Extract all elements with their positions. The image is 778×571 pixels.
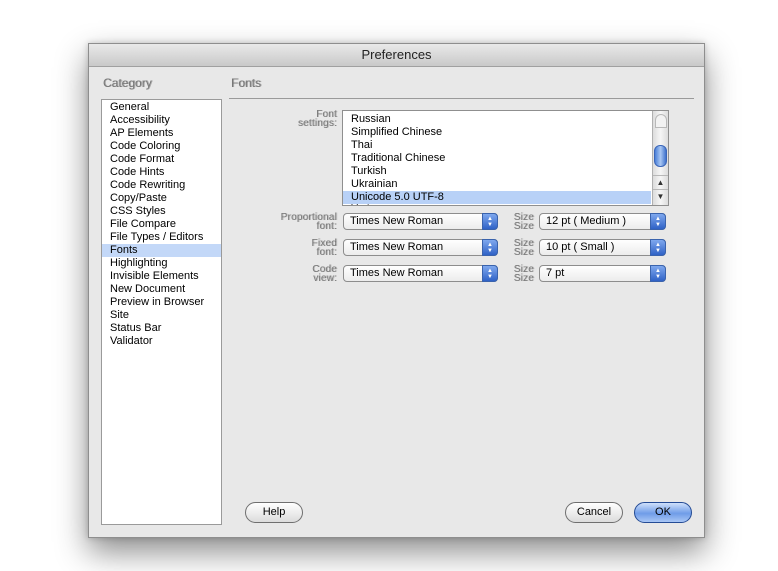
category-item-file-types-editors[interactable]: File Types / Editors	[102, 231, 221, 244]
window-title: Preferences	[89, 44, 704, 67]
proportional-label-line2: font:	[316, 221, 337, 232]
proportional-size-value: 12 pt ( Medium )	[546, 215, 627, 227]
category-item-css-styles[interactable]: CSS Styles	[102, 205, 221, 218]
font-settings-option[interactable]: Simplified Chinese	[343, 126, 651, 139]
font-settings-option[interactable]: Ukrainian	[343, 178, 651, 191]
font-settings-option[interactable]: Thai	[343, 139, 651, 152]
category-item-preview-in-browser[interactable]: Preview in Browser	[102, 296, 221, 309]
scrollbar-track-cap	[655, 114, 667, 128]
scrollbar-thumb[interactable]	[654, 145, 667, 167]
code-view-size-value: 7 pt	[546, 267, 565, 279]
category-item-site[interactable]: Site	[102, 309, 221, 322]
code-view-label-line2: view:	[313, 273, 337, 284]
category-item-general[interactable]: General	[102, 101, 221, 114]
fixed-font-select[interactable]: Times New Roman ▲ ▼	[343, 239, 498, 256]
fixed-font-value: Times New Roman	[350, 241, 444, 253]
updown-arrows-icon: ▲ ▼	[650, 239, 666, 256]
font-settings-option[interactable]: Unicode 5.0 UTF-8	[343, 191, 651, 204]
category-item-highlighting[interactable]: Highlighting	[102, 257, 221, 270]
proportional-font-select[interactable]: Times New Roman ▲ ▼	[343, 213, 498, 230]
font-settings-listbox[interactable]: Russian Simplified Chinese Thai Traditional…	[342, 110, 669, 206]
category-item-code-hints[interactable]: Code Hints	[102, 166, 221, 179]
category-item-new-document[interactable]: New Document	[102, 283, 221, 296]
updown-arrows-icon: ▲ ▼	[650, 213, 666, 230]
category-item-code-format[interactable]: Code Format	[102, 153, 221, 166]
updown-arrows-icon: ▲ ▼	[650, 265, 666, 282]
fixed-font-label: Fixed font:	[239, 239, 337, 258]
font-settings-option[interactable]: Turkish	[343, 165, 651, 178]
category-heading: Category	[103, 76, 152, 90]
category-item-copy-paste[interactable]: Copy/Paste	[102, 192, 221, 205]
category-item-code-rewriting[interactable]: Code Rewriting	[102, 179, 221, 192]
scroll-down-arrow-icon[interactable]: ▼	[653, 189, 668, 204]
updown-arrows-icon: ▲ ▼	[482, 265, 498, 282]
category-item-code-coloring[interactable]: Code Coloring	[102, 140, 221, 153]
category-item-invisible-elements[interactable]: Invisible Elements	[102, 270, 221, 283]
cancel-button[interactable]: Cancel	[565, 502, 623, 523]
listbox-scrollbar[interactable]: ▲ ▼	[652, 111, 668, 205]
font-settings-label: Font settings:	[245, 110, 337, 129]
font-settings-option[interactable]: Traditional Chinese	[343, 152, 651, 165]
code-view-font-select[interactable]: Times New Roman ▲ ▼	[343, 265, 498, 282]
category-item-status-bar[interactable]: Status Bar	[102, 322, 221, 335]
code-view-font-value: Times New Roman	[350, 267, 444, 279]
fixed-label-line2: font:	[316, 247, 337, 258]
font-settings-label-line2: settings:	[297, 118, 337, 129]
fixed-size-label: Size Size	[507, 239, 534, 258]
proportional-font-label: Proportional font:	[239, 213, 337, 232]
code-view-size-label-line2: Size	[513, 273, 534, 284]
font-settings-option[interactable]: Vietnamese	[343, 204, 651, 205]
section-divider	[229, 98, 694, 99]
fixed-size-value: 10 pt ( Small )	[546, 241, 615, 253]
proportional-size-select[interactable]: 12 pt ( Medium ) ▲ ▼	[539, 213, 666, 230]
proportional-size-label-line2: Size	[513, 221, 534, 232]
preferences-window: Preferences Category General Accessibilit…	[88, 43, 705, 538]
scroll-up-arrow-icon[interactable]: ▲	[653, 175, 668, 190]
code-view-size-select[interactable]: 7 pt ▲ ▼	[539, 265, 666, 282]
category-item-fonts[interactable]: Fonts	[102, 244, 221, 257]
font-settings-options: Russian Simplified Chinese Thai Traditional…	[343, 113, 651, 205]
help-button[interactable]: Help	[245, 502, 303, 523]
updown-arrows-icon: ▲ ▼	[482, 213, 498, 230]
fixed-size-label-line2: Size	[513, 247, 534, 258]
ok-button[interactable]: OK	[634, 502, 692, 523]
category-item-ap-elements[interactable]: AP Elements	[102, 127, 221, 140]
category-item-accessibility[interactable]: Accessibility	[102, 114, 221, 127]
font-settings-option[interactable]: Russian	[343, 113, 651, 126]
fixed-size-select[interactable]: 10 pt ( Small ) ▲ ▼	[539, 239, 666, 256]
code-view-label: Code view:	[239, 265, 337, 284]
updown-arrows-icon: ▲ ▼	[482, 239, 498, 256]
section-heading: Fonts	[231, 76, 262, 90]
category-item-file-compare[interactable]: File Compare	[102, 218, 221, 231]
proportional-font-value: Times New Roman	[350, 215, 444, 227]
code-view-size-label: Size Size	[507, 265, 534, 284]
category-list[interactable]: General Accessibility AP Elements Code Colo…	[101, 99, 222, 525]
category-item-validator[interactable]: Validator	[102, 335, 221, 348]
proportional-size-label: Size Size	[507, 213, 534, 232]
